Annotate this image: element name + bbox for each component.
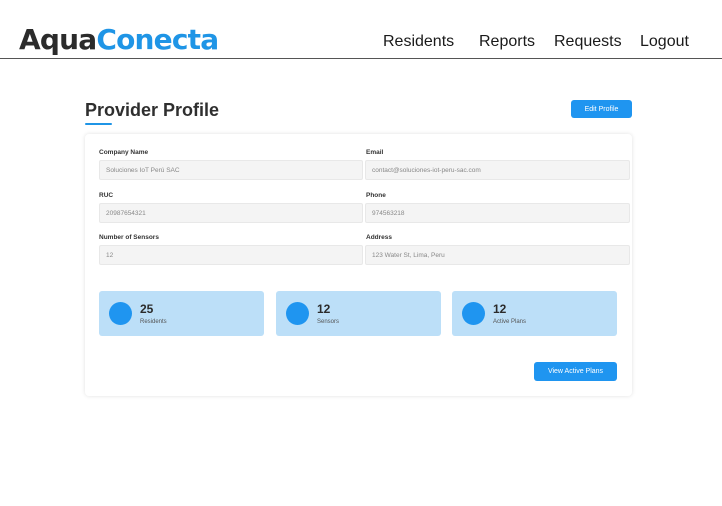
residents-stat-icon [109,302,132,325]
stat-card-sensors: 12 Sensors [276,291,441,336]
address-field[interactable]: 123 Water St, Lima, Peru [365,245,630,265]
plans-stat-icon [462,302,485,325]
email-field[interactable]: contact@soluciones-iot-peru-sac.com [365,160,630,180]
sensors-field[interactable]: 12 [99,245,363,265]
nav-requests[interactable]: Requests [554,33,622,51]
stat-value: 25 [140,302,154,316]
phone-label: Phone [366,192,386,199]
stat-label: Active Plans [493,319,527,325]
ruc-field[interactable]: 20987654321 [99,203,363,223]
nav-logout[interactable]: Logout [640,33,689,51]
nav-residents[interactable]: Residents [383,33,454,51]
phone-field[interactable]: 974563218 [365,203,630,223]
view-active-plans-button[interactable]: View Active Plans [534,362,617,381]
email-label: Email [366,149,384,156]
stat-label: Sensors [317,319,340,325]
logo-part-aqua: Aqua [19,23,97,56]
top-navbar: AquaConecta Residents Reports Requests L… [0,0,722,59]
sensors-label: Number of Sensors [99,234,159,241]
ruc-label: RUC [99,192,114,199]
stat-value: 12 [317,302,331,316]
title-underline [85,123,112,125]
stat-label: Residents [140,319,167,325]
page-title: Provider Profile [85,100,220,120]
stat-card-residents: 25 Residents [99,291,264,336]
company-name-field[interactable]: Soluciones IoT Perú SAC [99,160,363,180]
nav-reports[interactable]: Reports [479,33,535,51]
address-label: Address [366,234,393,241]
sensors-stat-icon [286,302,309,325]
stat-value: 12 [493,302,507,316]
logo-part-conecta: Conecta [96,23,219,56]
edit-profile-button[interactable]: Edit Profile [571,100,632,118]
stat-card-active-plans: 12 Active Plans [452,291,617,336]
app-logo[interactable]: AquaConecta [19,22,219,58]
company-name-label: Company Name [99,149,149,156]
